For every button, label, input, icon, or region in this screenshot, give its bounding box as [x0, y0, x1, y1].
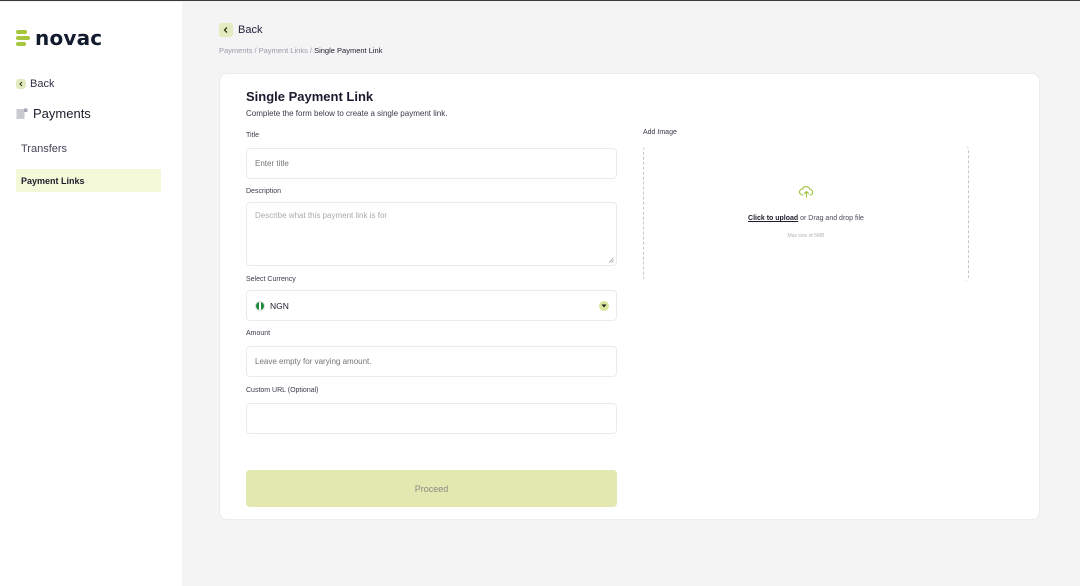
- breadcrumb-current: Single Payment Link: [314, 46, 383, 55]
- brand-name: novac: [35, 26, 103, 50]
- sidebar-back-label: Back: [30, 78, 55, 90]
- sidebar-item-payment-links[interactable]: Payment Links: [16, 169, 161, 192]
- chevron-left-icon: [16, 79, 26, 89]
- description-placeholder: Describe what this payment link is for: [255, 211, 388, 220]
- currency-select[interactable]: NGN: [246, 290, 617, 321]
- description-textarea[interactable]: Describe what this payment link is for: [246, 202, 617, 266]
- brand-logo[interactable]: novac: [16, 26, 102, 50]
- image-dropzone[interactable]: Click to upload or Drag and drop file Ma…: [643, 146, 969, 281]
- amount-label: Amount: [246, 330, 271, 337]
- chevron-down-icon: [599, 301, 609, 311]
- click-to-upload-link[interactable]: Click to upload: [748, 215, 798, 222]
- resize-handle-icon[interactable]: [608, 257, 614, 263]
- upload-instructions: Click to upload or Drag and drop file: [644, 215, 968, 222]
- add-image-label: Add Image: [643, 129, 677, 136]
- title-label: Title: [246, 132, 259, 139]
- breadcrumb-payment-links[interactable]: Payment Links: [259, 46, 308, 55]
- sidebar: novac Back Payments Transfers Payment Li…: [0, 2, 182, 586]
- description-label: Description: [246, 188, 282, 195]
- nigeria-flag-icon: [255, 300, 265, 311]
- custom-url-input[interactable]: [246, 403, 617, 434]
- brand-mark-icon: [16, 29, 31, 47]
- sidebar-section-title: Payments: [33, 106, 91, 121]
- proceed-button[interactable]: Proceed: [246, 470, 617, 507]
- sidebar-item-label: Payment Links: [21, 175, 85, 186]
- drag-drop-text: or Drag and drop file: [800, 215, 864, 222]
- breadcrumb-payments[interactable]: Payments: [219, 46, 252, 55]
- sidebar-back-link[interactable]: Back: [16, 78, 54, 90]
- sidebar-item-label: Transfers: [21, 142, 68, 155]
- amount-input[interactable]: [246, 346, 617, 377]
- upload-size-hint: Max size of 5MB: [787, 233, 825, 239]
- cloud-upload-icon: [799, 186, 814, 198]
- currency-value: NGN: [270, 300, 289, 311]
- chevron-left-icon: [219, 23, 233, 37]
- currency-label: Select Currency: [246, 276, 296, 283]
- title-input[interactable]: [246, 148, 617, 179]
- back-button[interactable]: Back: [219, 23, 262, 37]
- sidebar-item-transfers[interactable]: Transfers: [16, 137, 161, 160]
- page-title: Single Payment Link: [246, 89, 374, 104]
- back-label: Back: [238, 24, 263, 36]
- page-subtitle: Complete the form below to create a sing…: [246, 109, 448, 118]
- document-icon: [16, 108, 28, 119]
- payment-link-form-card: Single Payment Link Complete the form be…: [219, 73, 1040, 520]
- breadcrumb: Payments / Payment Links / Single Paymen…: [219, 46, 383, 55]
- custom-url-label: Custom URL (Optional): [246, 387, 319, 394]
- sidebar-section-payments: Payments: [16, 106, 91, 121]
